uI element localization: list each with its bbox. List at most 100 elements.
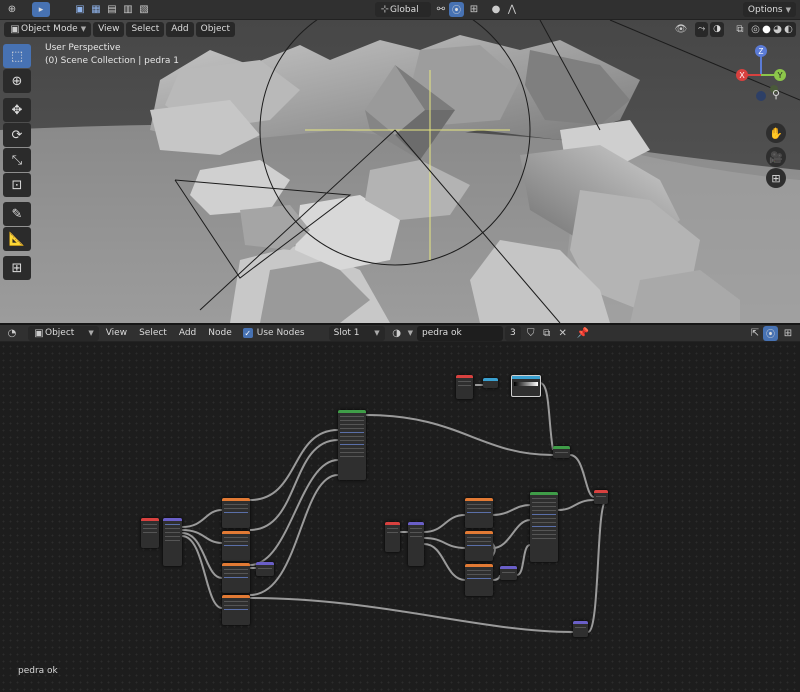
viewport-menu-object[interactable]: Object xyxy=(195,21,235,37)
viewport-menu-add[interactable]: Add xyxy=(166,21,194,37)
camera-view-icon[interactable]: 🎥 xyxy=(766,147,786,167)
node-header-input xyxy=(456,375,473,378)
node-header-shader xyxy=(530,492,558,495)
orientation-label: Global xyxy=(389,4,419,15)
snap-toggle-node[interactable]: ⦿ xyxy=(762,325,778,341)
transform-tool-icon[interactable]: ⊡ xyxy=(3,173,31,197)
viewport-menu-view[interactable]: View xyxy=(93,21,125,37)
material-browse-icon[interactable]: ◑ xyxy=(389,325,405,341)
scale-tool-icon[interactable]: ⤡ xyxy=(3,148,31,172)
node-converter-small[interactable] xyxy=(483,378,498,388)
pin-icon[interactable]: 📌 xyxy=(575,325,591,341)
node-displacement[interactable] xyxy=(573,621,588,637)
node-links xyxy=(181,382,607,633)
overlays-toggle[interactable]: ◑ xyxy=(710,21,724,37)
gizmo-toggle[interactable]: ⤳ xyxy=(694,21,709,37)
editor-type-icon[interactable]: ⊕ xyxy=(4,2,20,18)
node-image-texture-6[interactable] xyxy=(465,531,493,561)
select-intersect-icon[interactable]: ▧ xyxy=(136,2,152,18)
node-image-texture-2[interactable] xyxy=(222,531,250,561)
shader-type-label: Object xyxy=(45,328,75,338)
node-header-texture xyxy=(465,564,493,567)
select-subtract-icon[interactable]: ▤ xyxy=(104,2,120,18)
node-image-texture-4[interactable] xyxy=(222,595,250,625)
select-tool-icon[interactable]: ▸ xyxy=(32,2,50,17)
wireframe-shading-icon[interactable]: ◎ xyxy=(750,21,761,37)
node-color-ramp[interactable] xyxy=(511,375,541,397)
node-editor-header: ◔ ▣ Object ▼ View Select Add Node ✓ Use … xyxy=(0,323,800,342)
node-menu-select[interactable]: Select xyxy=(134,326,172,341)
parent-node-tree-icon[interactable]: ⇱ xyxy=(747,325,763,341)
visibility-eye-icon[interactable]: 👁 xyxy=(673,21,689,37)
gizmo-z-label: Z xyxy=(759,47,764,56)
node-mapping-second[interactable] xyxy=(408,522,424,566)
node-normal-map-small[interactable] xyxy=(256,562,274,576)
shader-type-dropdown[interactable]: ▣ Object ▼ xyxy=(28,325,99,341)
node-image-texture-3[interactable] xyxy=(222,563,250,593)
select-extend-icon[interactable]: ▦ xyxy=(88,2,104,18)
options-dropdown[interactable]: Options ▼ xyxy=(742,2,797,17)
material-name-field[interactable]: pedra ok xyxy=(417,325,504,341)
node-principled-bsdf-1[interactable] xyxy=(338,410,366,480)
node-editor-canvas[interactable]: pedra ok xyxy=(0,343,800,692)
zoom-icon[interactable]: ⚲ xyxy=(766,84,786,104)
material-user-count[interactable]: 3 xyxy=(505,325,521,341)
duplicate-material-icon[interactable]: ⧉ xyxy=(539,325,555,341)
cursor-tool-icon[interactable]: ⊕ xyxy=(3,69,31,93)
pan-hand-icon[interactable]: ✋ xyxy=(766,123,786,143)
proportional-edit-icon[interactable]: ● xyxy=(488,2,504,18)
select-box-tool-icon[interactable]: ⬚ xyxy=(3,44,31,68)
measure-tool-icon[interactable]: 📐 xyxy=(3,227,31,251)
node-header-vector xyxy=(573,621,588,624)
gizmo-x-label: X xyxy=(739,71,745,80)
active-material-label: pedra ok xyxy=(18,666,58,676)
annotate-tool-icon[interactable]: ✎ xyxy=(3,202,31,226)
node-input-second[interactable] xyxy=(385,522,400,552)
snap-toggle[interactable]: ⦿ xyxy=(448,2,464,17)
viewport-menu-select[interactable]: Select xyxy=(126,21,165,37)
node-menu-node[interactable]: Node xyxy=(203,326,237,341)
falloff-icon[interactable]: ⋀ xyxy=(504,2,520,18)
scene-collection-label: (0) Scene Collection | pedra 1 xyxy=(45,56,179,66)
add-cube-tool-icon[interactable]: ⊞ xyxy=(3,256,31,280)
node-input-top[interactable] xyxy=(456,375,473,399)
shading-modes[interactable]: ◎ ● ◕ ◐ xyxy=(748,21,796,37)
rendered-shading-icon[interactable]: ◐ xyxy=(783,21,794,37)
snap-mode-icon[interactable]: ⊞ xyxy=(780,325,796,341)
object-mode-dropdown[interactable]: ▣ Object Mode ▼ xyxy=(4,21,92,37)
node-principled-bsdf-2[interactable] xyxy=(530,492,558,562)
rotate-tool-icon[interactable]: ⟳ xyxy=(3,123,31,147)
unlink-material-close-icon[interactable]: ✕ xyxy=(555,325,571,341)
orientation-icon: ⊹ xyxy=(380,4,390,15)
select-invert-icon[interactable]: ▥ xyxy=(120,2,136,18)
node-material-output[interactable] xyxy=(594,490,608,504)
viewport-toolbar: ⬚ ⊕ ✥ ⟳ ⤡ ⊡ ✎ 📐 ⊞ xyxy=(3,44,31,280)
node-image-texture-1[interactable] xyxy=(222,498,250,528)
fake-user-shield-icon[interactable]: ⛉ xyxy=(523,325,539,341)
node-editor-type-icon[interactable]: ◔ xyxy=(4,325,20,341)
node-normal-map-second[interactable] xyxy=(500,566,517,580)
xray-icon[interactable]: ⧉ xyxy=(732,21,748,37)
node-image-texture-7[interactable] xyxy=(465,564,493,596)
material-shading-icon[interactable]: ◕ xyxy=(772,21,783,37)
chevron-down-icon: ▼ xyxy=(88,329,94,337)
transform-orientation-dropdown[interactable]: ⊹ Global xyxy=(374,2,431,17)
pivot-point-icon[interactable]: ⚯ xyxy=(433,2,449,18)
node-image-texture-5[interactable] xyxy=(465,498,493,528)
ortho-grid-icon[interactable]: ⊞ xyxy=(766,168,786,188)
node-header-shader xyxy=(338,410,366,413)
options-label: Options xyxy=(747,4,783,15)
node-texture-coordinate[interactable] xyxy=(141,518,159,548)
node-mix-shader[interactable] xyxy=(553,446,570,458)
snap-element-icon[interactable]: ⊞ xyxy=(466,2,482,18)
use-nodes-toggle[interactable]: ✓ Use Nodes xyxy=(242,328,305,338)
object-mode-label: Object Mode xyxy=(21,24,78,34)
material-slot-dropdown[interactable]: Slot 1 ▼ xyxy=(328,325,385,341)
solid-shading-icon[interactable]: ● xyxy=(761,21,772,37)
select-box-mode-icon[interactable]: ▣ xyxy=(72,2,88,18)
node-menu-view[interactable]: View xyxy=(101,326,132,341)
move-tool-icon[interactable]: ✥ xyxy=(3,98,31,122)
node-mapping[interactable] xyxy=(163,518,182,566)
node-header-texture xyxy=(222,595,250,598)
node-menu-add[interactable]: Add xyxy=(174,326,201,341)
